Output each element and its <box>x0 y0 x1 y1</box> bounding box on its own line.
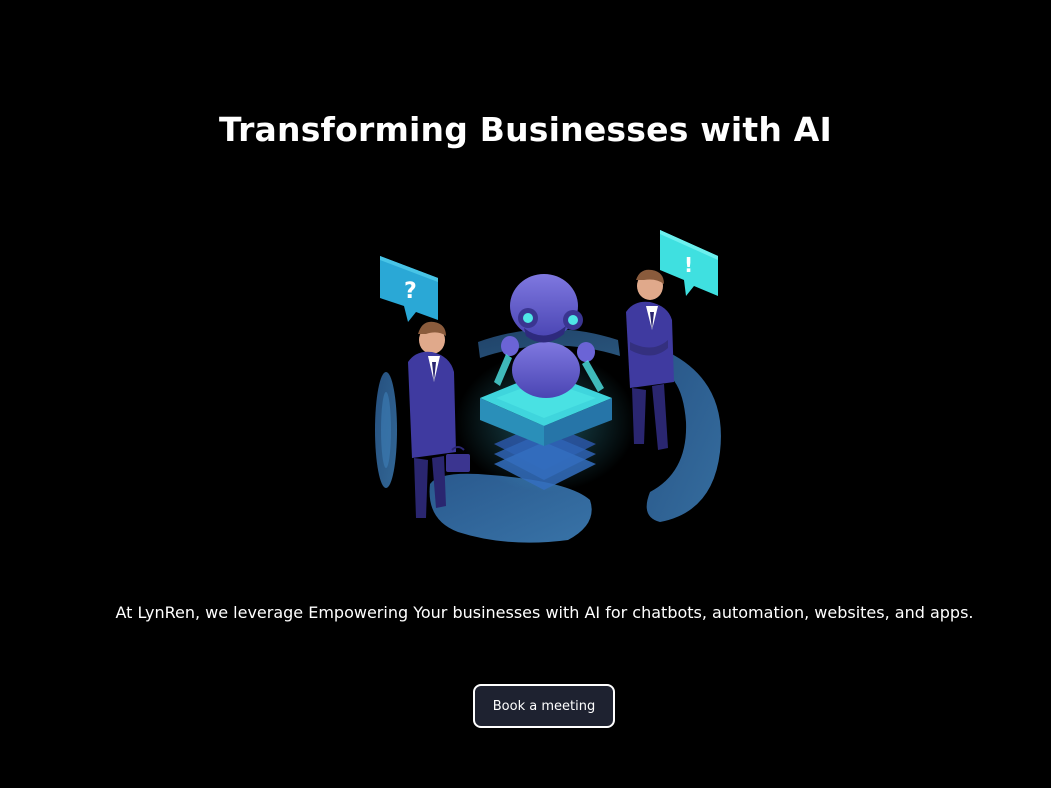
book-meeting-button[interactable]: Book a meeting <box>473 684 615 728</box>
page: Transforming Businesses with AI ? ! At L… <box>0 0 1051 788</box>
question-mark: ? <box>404 279 417 304</box>
exclamation-bubble-icon: ! <box>660 230 718 296</box>
hero-title: Transforming Businesses with AI <box>218 110 832 149</box>
question-bubble-icon: ? <box>380 256 438 322</box>
exclamation-mark: ! <box>684 253 693 277</box>
hero-tagline: At LynRen, we leverage Empowering Your b… <box>115 603 974 622</box>
ai-illustration: ? ! <box>375 230 721 543</box>
